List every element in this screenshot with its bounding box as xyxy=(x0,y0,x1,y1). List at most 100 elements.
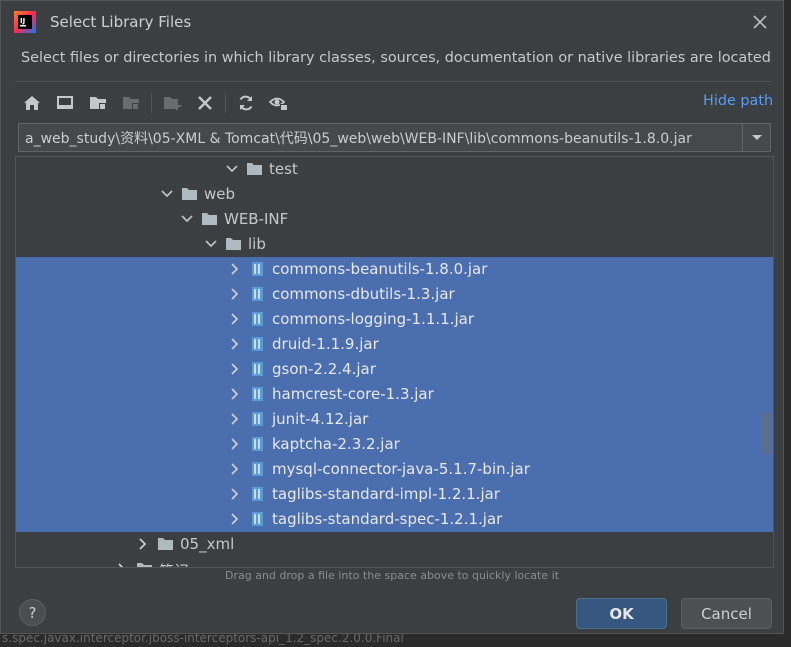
chevron-right-icon[interactable] xyxy=(228,261,242,277)
cancel-button[interactable]: Cancel xyxy=(681,598,772,629)
tree-row-folder[interactable]: web xyxy=(16,182,773,207)
tree-row-folder[interactable]: test xyxy=(16,157,773,182)
tree-row-jar[interactable]: commons-dbutils-1.3.jar xyxy=(16,282,773,307)
jar-icon xyxy=(252,512,263,526)
file-tree[interactable]: test web WEB-INF lib commons-beanutils-1.8.0… xyxy=(15,156,774,568)
tree-row-jar[interactable]: commons-beanutils-1.8.0.jar xyxy=(16,257,773,282)
jar-icon xyxy=(252,387,263,401)
tree-row-label: lib xyxy=(248,235,266,253)
tree-row-label: gson-2.2.4.jar xyxy=(272,360,376,378)
toolbar-separator xyxy=(151,93,152,113)
tree-row-label: 笔记 xyxy=(159,560,189,567)
tree-row-jar[interactable]: commons-logging-1.1.1.jar xyxy=(16,307,773,332)
chevron-down-icon xyxy=(751,134,762,140)
chevron-right-icon[interactable] xyxy=(228,286,242,302)
chevron-down-icon[interactable] xyxy=(180,211,194,227)
svg-text:IJ: IJ xyxy=(20,17,25,25)
tree-row-jar[interactable]: mysql-connector-java-5.1.7-bin.jar xyxy=(16,457,773,482)
tree-row-jar[interactable]: kaptcha-2.3.2.jar xyxy=(16,432,773,457)
chevron-right-icon[interactable] xyxy=(228,511,242,527)
path-input[interactable]: a_web_study\资料\05-XML & Tomcat\代码\05_web… xyxy=(18,123,743,152)
path-history-dropdown[interactable] xyxy=(742,123,771,152)
desktop-button[interactable] xyxy=(54,92,76,114)
dialog-title: Select Library Files xyxy=(50,13,192,31)
jar-icon xyxy=(252,437,263,451)
tree-row-folder[interactable]: 笔记 xyxy=(16,557,773,567)
chevron-down-icon[interactable] xyxy=(225,161,239,177)
tree-row-label: commons-beanutils-1.8.0.jar xyxy=(272,260,488,278)
chevron-right-icon[interactable] xyxy=(228,461,242,477)
home-button[interactable] xyxy=(21,92,43,114)
chevron-down-icon[interactable] xyxy=(204,236,218,252)
jar-icon xyxy=(252,287,263,301)
desktop-icon xyxy=(57,96,73,109)
tree-row-jar[interactable]: druid-1.1.9.jar xyxy=(16,332,773,357)
dialog-description: Select files or directories in which lib… xyxy=(21,50,771,66)
tree-row-jar[interactable]: taglibs-standard-spec-1.2.1.jar xyxy=(16,507,773,532)
jar-icon xyxy=(252,362,263,376)
folder-icon xyxy=(226,238,241,250)
chevron-right-icon[interactable] xyxy=(228,386,242,402)
toolbar xyxy=(21,91,301,115)
ok-button[interactable]: OK xyxy=(576,598,667,629)
folder-icon xyxy=(137,563,152,567)
folder-icon xyxy=(202,213,217,225)
module-folder-button[interactable] xyxy=(120,92,142,114)
refresh-button[interactable] xyxy=(235,92,257,114)
chevron-right-icon[interactable] xyxy=(228,436,242,452)
tree-row-jar[interactable]: taglibs-standard-impl-1.2.1.jar xyxy=(16,482,773,507)
select-library-files-dialog: IJ Select Library Files Select files or … xyxy=(0,0,784,634)
folder-disabled-icon xyxy=(123,97,139,110)
tree-row-jar[interactable]: gson-2.2.4.jar xyxy=(16,357,773,382)
close-icon xyxy=(753,15,767,29)
home-icon xyxy=(24,96,40,110)
jar-icon xyxy=(252,262,263,276)
chevron-right-icon[interactable] xyxy=(115,561,129,567)
tree-row-label: druid-1.1.9.jar xyxy=(272,335,379,353)
tree-row-jar[interactable]: hamcrest-core-1.3.jar xyxy=(16,382,773,407)
separator xyxy=(15,81,771,82)
tree-row-folder[interactable]: WEB-INF xyxy=(16,207,773,232)
tree-row-label: kaptcha-2.3.2.jar xyxy=(272,435,400,453)
delete-button[interactable] xyxy=(194,92,216,114)
new-folder-disabled-icon xyxy=(164,97,181,110)
new-folder-icon xyxy=(90,97,106,110)
jar-icon xyxy=(252,412,263,426)
tree-row-folder[interactable]: 05_xml xyxy=(16,532,773,557)
intellij-app-icon: IJ xyxy=(14,11,36,33)
show-hidden-icon xyxy=(269,97,288,111)
tree-row-jar[interactable]: junit-4.12.jar xyxy=(16,407,773,432)
chevron-right-icon[interactable] xyxy=(228,336,242,352)
project-folder-button[interactable] xyxy=(87,92,109,114)
tree-row-label: 05_xml xyxy=(180,535,235,553)
folder-icon xyxy=(247,163,262,175)
hide-path-link[interactable]: Hide path xyxy=(703,93,773,109)
jar-icon xyxy=(252,337,263,351)
folder-icon xyxy=(182,188,197,200)
tree-row-label: taglibs-standard-spec-1.2.1.jar xyxy=(272,510,503,528)
chevron-right-icon[interactable] xyxy=(136,536,150,552)
jar-icon xyxy=(252,487,263,501)
chevron-right-icon[interactable] xyxy=(228,361,242,377)
tree-row-label: commons-dbutils-1.3.jar xyxy=(272,285,455,303)
tree-row-label: WEB-INF xyxy=(224,210,289,228)
help-button[interactable]: ? xyxy=(19,599,46,626)
tree-row-label: junit-4.12.jar xyxy=(272,410,369,428)
chevron-down-icon[interactable] xyxy=(160,186,174,202)
tree-row-label: web xyxy=(204,185,236,203)
toolbar-separator xyxy=(225,93,226,113)
show-hidden-button[interactable] xyxy=(268,92,290,114)
chevron-right-icon[interactable] xyxy=(228,311,242,327)
chevron-right-icon[interactable] xyxy=(228,411,242,427)
refresh-icon xyxy=(239,95,253,111)
tree-row-label: test xyxy=(269,160,298,178)
scrollbar-thumb[interactable] xyxy=(761,413,772,454)
chevron-right-icon[interactable] xyxy=(228,486,242,502)
tree-row-folder[interactable]: lib xyxy=(16,232,773,257)
new-folder-button[interactable] xyxy=(161,92,183,114)
tree-row-label: commons-logging-1.1.1.jar xyxy=(272,310,475,328)
folder-icon xyxy=(158,538,173,550)
jar-icon xyxy=(252,312,263,326)
tree-row-label: hamcrest-core-1.3.jar xyxy=(272,385,434,403)
close-button[interactable] xyxy=(749,11,771,33)
